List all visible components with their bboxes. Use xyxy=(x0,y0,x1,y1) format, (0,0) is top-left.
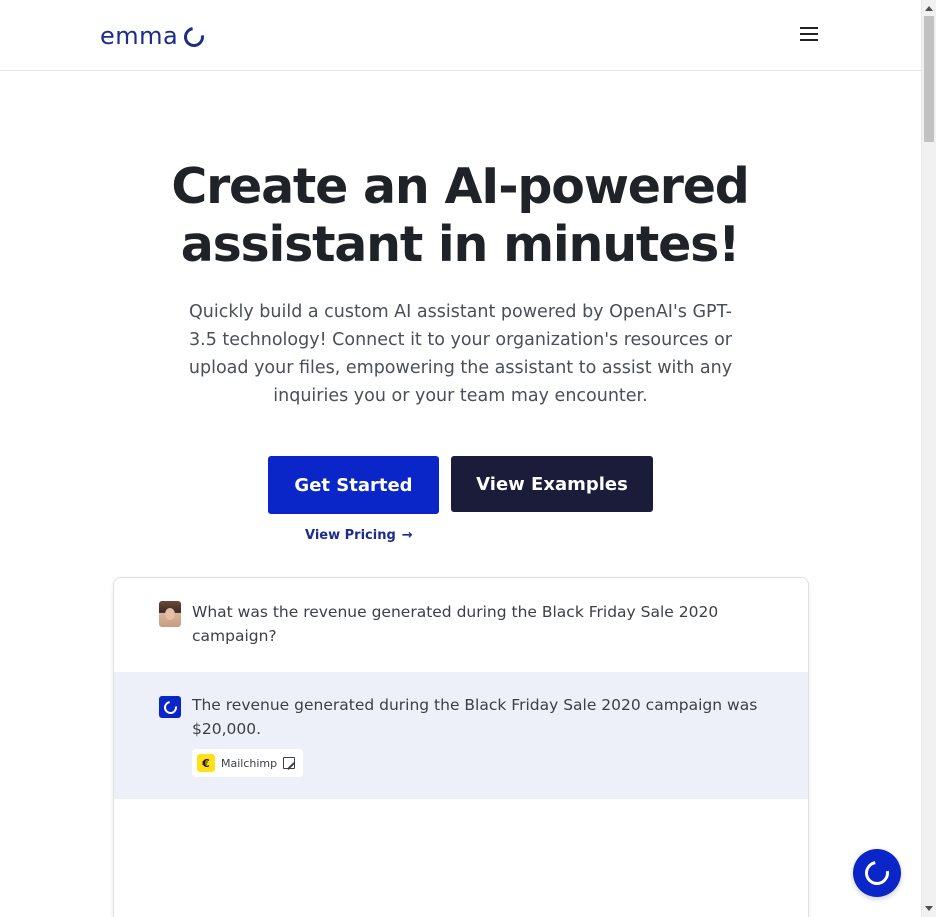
source-chip-label: Mailchimp xyxy=(221,756,278,770)
view-pricing-label: View Pricing xyxy=(305,527,396,543)
user-message-row: What was the revenue generated during th… xyxy=(114,578,808,672)
get-started-button[interactable]: Get Started xyxy=(268,456,439,514)
view-examples-button[interactable]: View Examples xyxy=(451,456,653,512)
user-avatar xyxy=(159,601,181,627)
assistant-message-text: The revenue generated during the Black F… xyxy=(192,696,758,738)
site-header: emma xyxy=(0,0,921,71)
source-chip-mailchimp[interactable]: € Mailchimp xyxy=(192,749,304,777)
page-scrollbar[interactable] xyxy=(921,0,936,917)
hero-title: Create an AI-powered assistant in minute… xyxy=(171,158,750,273)
ring-logo-icon xyxy=(180,23,209,51)
logo-text: emma xyxy=(100,22,179,50)
chat-widget-button[interactable] xyxy=(853,849,901,897)
chat-ring-icon xyxy=(860,856,894,890)
scroll-up-arrow-icon[interactable] xyxy=(925,6,933,11)
user-message-text: What was the revenue generated during th… xyxy=(192,603,719,645)
assistant-avatar-icon xyxy=(159,696,181,718)
external-link-icon xyxy=(283,757,296,769)
view-pricing-link[interactable]: View Pricing → xyxy=(305,526,413,544)
emma-logo[interactable]: emma xyxy=(100,22,209,51)
hero-subtitle: Quickly build a custom AI assistant powe… xyxy=(188,302,733,406)
arrow-right-icon: → xyxy=(401,527,413,543)
scrollbar-thumb[interactable] xyxy=(924,16,934,142)
chat-demo-card: What was the revenue generated during th… xyxy=(113,577,809,917)
mailchimp-icon: € xyxy=(197,754,215,772)
scroll-down-arrow-icon[interactable] xyxy=(925,906,933,911)
assistant-message-row: The revenue generated during the Black F… xyxy=(114,672,808,799)
hamburger-menu-icon[interactable] xyxy=(795,22,823,46)
